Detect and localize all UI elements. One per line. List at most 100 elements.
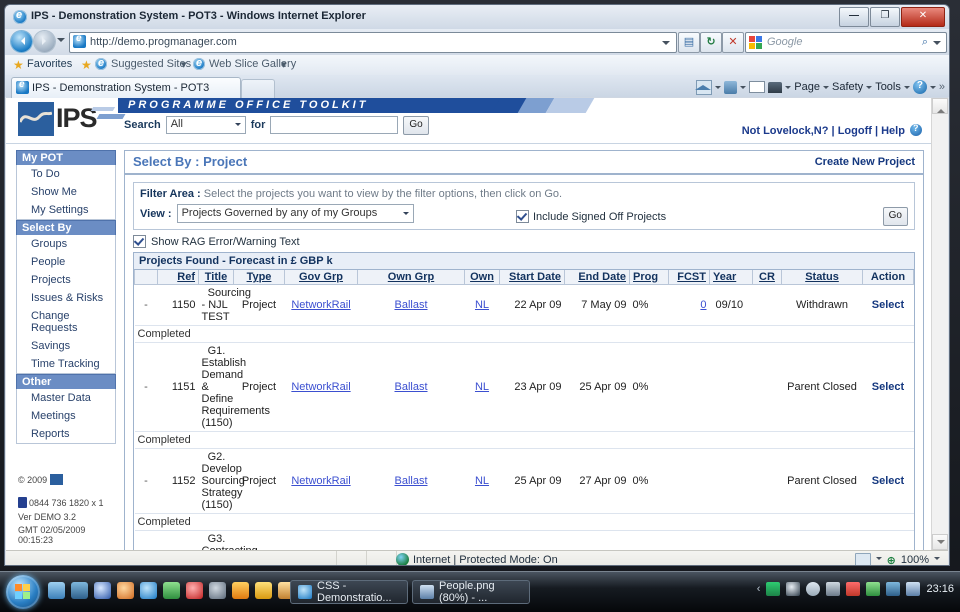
clock-app-icon[interactable] bbox=[209, 582, 226, 599]
tools-chevron-icon[interactable] bbox=[903, 86, 910, 92]
create-new-project-link[interactable]: Create New Project bbox=[815, 156, 915, 168]
gov-grp-link[interactable]: NetworkRail bbox=[291, 299, 350, 311]
cell-owner[interactable]: NL bbox=[464, 284, 500, 326]
action-center-icon[interactable] bbox=[786, 582, 801, 596]
app-search-input[interactable] bbox=[270, 116, 399, 134]
cell-owner[interactable]: NL bbox=[464, 342, 500, 432]
cell-gov-grp[interactable]: NetworkRail bbox=[284, 342, 358, 432]
help-question-icon[interactable] bbox=[910, 123, 922, 136]
own-grp-link[interactable]: Ballast bbox=[394, 475, 427, 487]
cell-own-grp[interactable]: Ballast bbox=[357, 342, 465, 432]
col-status[interactable]: Status bbox=[781, 270, 863, 285]
tray-expand-icon[interactable]: ‹ bbox=[757, 583, 761, 595]
table-row[interactable]: -1153 G3. Contracting Activity (1150)Pro… bbox=[134, 530, 914, 550]
forward-button[interactable] bbox=[34, 31, 55, 52]
help-icon[interactable] bbox=[912, 80, 927, 94]
search-scope-select[interactable]: All bbox=[165, 116, 246, 134]
network-signal-icon[interactable] bbox=[766, 582, 781, 596]
table-row[interactable]: -1152 G2. Develop Sourcing Strategy (115… bbox=[134, 448, 914, 514]
page-menu[interactable]: Page bbox=[794, 81, 820, 93]
select-link[interactable]: Select bbox=[872, 475, 904, 487]
print-icon[interactable] bbox=[768, 81, 783, 93]
ips-mini-logo-icon[interactable] bbox=[49, 474, 63, 485]
mail-app-icon[interactable] bbox=[255, 582, 272, 599]
feeds-chevron-icon[interactable] bbox=[740, 86, 747, 92]
address-dropdown-icon[interactable] bbox=[662, 41, 670, 49]
col-gov-grp[interactable]: Gov Grp bbox=[284, 270, 358, 285]
address-input[interactable]: http://demo.progmanager.com bbox=[69, 32, 677, 53]
fcst-link[interactable]: 0 bbox=[700, 299, 706, 311]
col-title[interactable]: Title bbox=[198, 270, 234, 285]
scroll-up-button[interactable] bbox=[932, 98, 948, 114]
print-chevron-icon[interactable] bbox=[785, 86, 792, 92]
select-link[interactable]: Select bbox=[872, 381, 904, 393]
favorites-button[interactable]: Favorites bbox=[27, 58, 72, 70]
stop-button[interactable]: ✕ bbox=[722, 32, 744, 53]
col-type[interactable]: Type bbox=[233, 270, 285, 285]
filter-go-button[interactable]: Go bbox=[882, 207, 908, 226]
sidebar-item-time-tracking[interactable]: Time Tracking bbox=[17, 355, 115, 373]
new-tab-button[interactable] bbox=[241, 79, 275, 98]
cell-owner[interactable]: NL bbox=[464, 530, 500, 550]
owner-link[interactable]: NL bbox=[475, 381, 489, 393]
own-grp-link[interactable]: Ballast bbox=[394, 299, 427, 311]
app-search-go-button[interactable]: Go bbox=[403, 115, 429, 135]
cell-action[interactable]: Select bbox=[862, 530, 914, 550]
back-button[interactable] bbox=[11, 31, 32, 52]
search-icon[interactable]: ⌕ bbox=[922, 36, 928, 49]
messenger-icon[interactable] bbox=[806, 582, 821, 596]
table-row[interactable]: -1151 G1. Establish Demand & Define Requ… bbox=[134, 342, 914, 432]
sidebar-item-projects[interactable]: Projects bbox=[17, 271, 115, 289]
col-start-date[interactable]: Start Date bbox=[499, 270, 565, 285]
own-grp-link[interactable]: Ballast bbox=[394, 381, 427, 393]
volume-icon[interactable] bbox=[906, 582, 921, 596]
select-link[interactable]: Select bbox=[872, 299, 904, 311]
maximize-button[interactable]: ❐ bbox=[870, 7, 900, 27]
network-icon[interactable] bbox=[886, 582, 901, 596]
cell-action[interactable]: Select bbox=[862, 342, 914, 432]
sidebar-item-groups[interactable]: Groups bbox=[17, 235, 115, 253]
antivirus-icon[interactable] bbox=[846, 582, 861, 596]
close-button[interactable]: ✕ bbox=[901, 7, 945, 27]
mail-icon[interactable] bbox=[749, 81, 766, 93]
safety-chevron-icon[interactable] bbox=[866, 86, 873, 92]
page-scrollbar[interactable] bbox=[931, 98, 948, 550]
gov-grp-link[interactable]: NetworkRail bbox=[291, 475, 350, 487]
rss-feeds-icon[interactable] bbox=[724, 80, 738, 94]
cell-own-grp[interactable]: Ballast bbox=[357, 284, 465, 326]
safety-menu[interactable]: Safety bbox=[832, 81, 863, 93]
suggested-sites-link[interactable]: Suggested Sites bbox=[111, 58, 191, 70]
zoom-chevron-icon[interactable] bbox=[934, 557, 940, 563]
video-app-icon[interactable] bbox=[232, 582, 249, 599]
suggested-sites-chevron-icon[interactable]: ▾ bbox=[181, 58, 187, 71]
show-desktop-icon[interactable] bbox=[48, 582, 65, 599]
sidebar-item-meetings[interactable]: Meetings bbox=[17, 407, 115, 425]
help-chevron-icon[interactable] bbox=[929, 86, 936, 92]
zoom-control[interactable]: ⊕ 100% bbox=[854, 553, 940, 565]
taskbar-clock[interactable]: 23:16 bbox=[926, 583, 954, 595]
cell-action[interactable]: Select bbox=[862, 448, 914, 514]
show-rag-checkbox[interactable] bbox=[133, 235, 146, 248]
sidebar-item-show-me[interactable]: Show Me bbox=[17, 183, 115, 201]
col-own[interactable]: Own bbox=[464, 270, 500, 285]
cell-own-grp[interactable]: Ballast bbox=[357, 448, 465, 514]
internet-explorer-launch-icon[interactable] bbox=[140, 582, 157, 599]
cell-own-grp[interactable]: Ballast bbox=[357, 530, 465, 550]
tab-ips-demonstration-system[interactable]: IPS - Demonstration System - POT3 bbox=[11, 77, 241, 98]
sidebar-item-people[interactable]: People bbox=[17, 253, 115, 271]
sidebar-item-to-do[interactable]: To Do bbox=[17, 165, 115, 183]
help-link[interactable]: Help bbox=[881, 125, 905, 137]
taskbar-button-css-demonstration[interactable]: CSS - Demonstratio... bbox=[290, 580, 408, 604]
privacy-chevron-icon[interactable] bbox=[875, 557, 882, 563]
browser-search-input[interactable]: Google ⌕ bbox=[745, 32, 947, 53]
cell-action[interactable]: Select bbox=[862, 284, 914, 326]
logoff-link[interactable]: Logoff bbox=[838, 125, 872, 137]
excel-icon[interactable] bbox=[163, 582, 180, 599]
search-provider-chevron-icon[interactable] bbox=[933, 41, 941, 49]
tools-menu[interactable]: Tools bbox=[875, 81, 901, 93]
web-slice-chevron-icon[interactable]: ▾ bbox=[281, 58, 287, 71]
col-own-grp[interactable]: Own Grp bbox=[357, 270, 465, 285]
photo-viewer-icon[interactable] bbox=[186, 582, 203, 599]
cell-owner[interactable]: NL bbox=[464, 448, 500, 514]
recent-pages-chevron-icon[interactable] bbox=[57, 38, 65, 46]
